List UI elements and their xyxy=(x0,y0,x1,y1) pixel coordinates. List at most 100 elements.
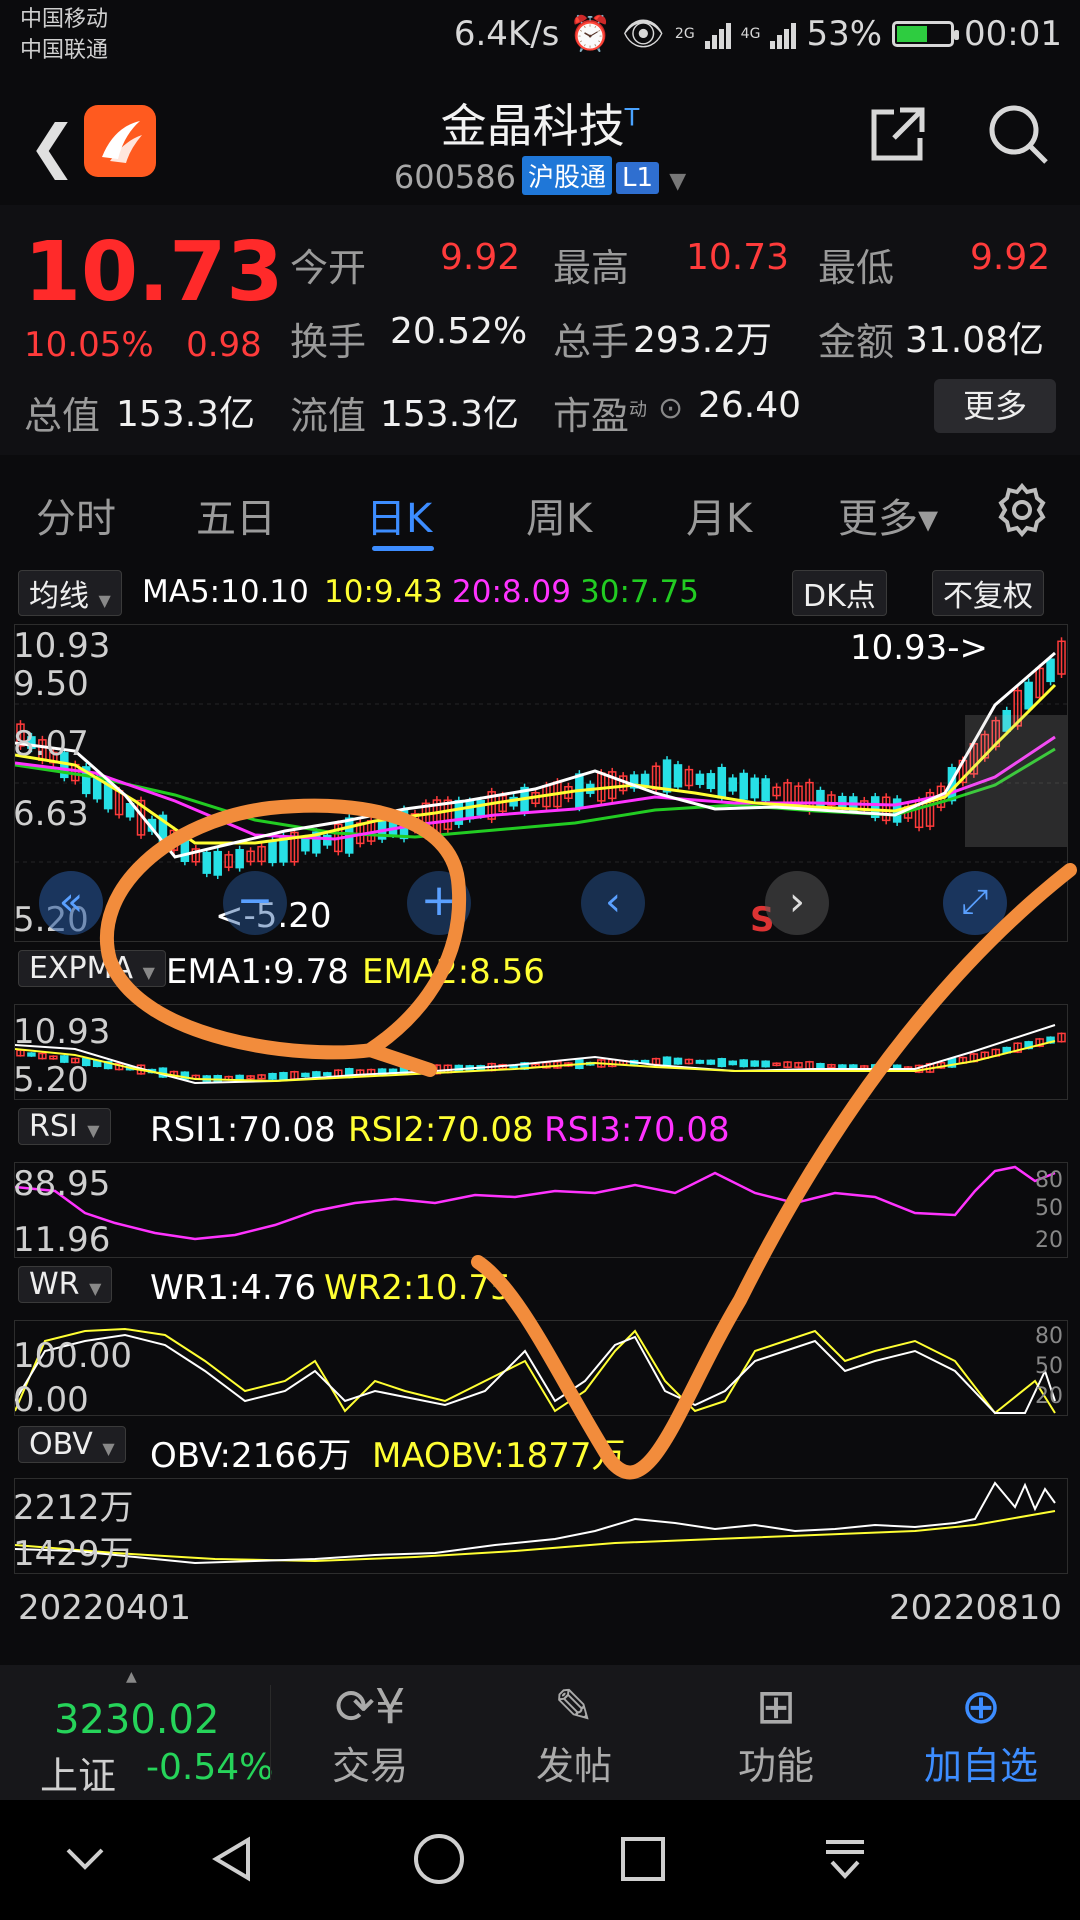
index-value: 3230.02 xyxy=(54,1697,220,1743)
low-value: 9.92 xyxy=(970,237,1051,278)
volume-value: 293.2万 xyxy=(633,320,773,361)
active-tab-indicator xyxy=(372,546,434,551)
zoom-in-icon[interactable]: + xyxy=(407,871,471,935)
date-start: 20220401 xyxy=(18,1588,192,1628)
high-label: 最高 xyxy=(553,246,630,290)
level-badge: L1 xyxy=(616,162,660,194)
share-icon[interactable] xyxy=(866,102,930,170)
candle xyxy=(750,1060,759,1067)
candle xyxy=(640,773,650,786)
y-label-max: 10.93 xyxy=(15,626,110,666)
trade-button[interactable]: ⟳¥ 交易 xyxy=(310,1665,430,1800)
function-button[interactable]: ⊞ 功能 xyxy=(716,1665,836,1800)
nav-notification-icon[interactable] xyxy=(820,1834,870,1888)
candle xyxy=(695,1059,705,1064)
tab-intraday[interactable]: 分时 xyxy=(36,486,116,544)
yen-icon: ⟳¥ xyxy=(334,1679,406,1735)
obv-panel[interactable]: 2212万 1429万 xyxy=(13,1478,1068,1574)
info-icon[interactable]: ⊙ xyxy=(658,391,683,426)
candle xyxy=(838,795,847,808)
tab-weekly-k[interactable]: 周K xyxy=(526,486,592,544)
dk-button[interactable]: DK点 xyxy=(792,570,887,616)
kline-panel[interactable]: 10.93 9.50 8.07 6.63 5.20 10.93-> <-5.20… xyxy=(13,624,1068,942)
wr-ref-50: 50 xyxy=(1035,1354,1063,1379)
candle xyxy=(717,1058,727,1068)
obv-legend-row: OBV ▼ OBV:2166万 MAOBV:1877万 xyxy=(0,1424,1080,1476)
wr1-line xyxy=(14,1333,1056,1414)
chevron-down-icon[interactable] xyxy=(60,1834,110,1888)
battery-percent: 53% xyxy=(806,14,883,54)
y-label-2: 9.50 xyxy=(15,664,89,704)
next-icon[interactable]: › xyxy=(765,871,829,935)
y-label-4: 6.63 xyxy=(15,794,89,834)
candle xyxy=(213,850,222,876)
more-button[interactable]: 更多 xyxy=(934,379,1056,433)
tab-daily-k[interactable]: 日K xyxy=(366,486,432,544)
mcap-value: 153.3亿 xyxy=(116,394,256,435)
function-label: 功能 xyxy=(737,1744,814,1788)
obv-y-min: 1429万 xyxy=(15,1534,134,1573)
expma-panel[interactable]: 10.93 5.20 xyxy=(13,1004,1068,1100)
status-bar: 中国移动 中国联通 6.4K/s ⏰ 👁 2G 4G 53% 00:01 xyxy=(0,0,1080,72)
rsi-ref-20: 20 xyxy=(1035,1228,1063,1253)
obv-value: OBV:2166万 xyxy=(150,1436,352,1476)
post-label: 发帖 xyxy=(535,1744,612,1788)
candle xyxy=(728,1060,738,1066)
candle xyxy=(816,1062,825,1069)
wr-dropdown[interactable]: WR ▼ xyxy=(18,1266,113,1303)
scroll-left-fast-icon[interactable]: « xyxy=(39,871,103,935)
candle xyxy=(301,1072,310,1078)
wr2-value: WR2:10.75 xyxy=(324,1268,512,1308)
eye-icon: 👁 xyxy=(621,14,665,54)
turnover-label: 换手 xyxy=(290,320,367,364)
pe-value: 26.40 xyxy=(698,385,802,426)
zoom-out-icon[interactable]: − xyxy=(223,871,287,935)
tab-five-day[interactable]: 五日 xyxy=(196,486,276,544)
ma-dropdown[interactable]: 均线 ▼ xyxy=(18,570,122,616)
wr-y-max: 100.00 xyxy=(15,1336,132,1376)
wr-panel[interactable]: 100.00 0.00 80 50 20 xyxy=(13,1320,1068,1420)
high-value: 10.73 xyxy=(686,237,790,278)
net-speed: 6.4K/s xyxy=(453,14,560,54)
obv-dropdown[interactable]: OBV ▼ xyxy=(18,1426,126,1463)
fullscreen-icon[interactable]: ⤢ xyxy=(943,871,1007,935)
ma30-value: 30:7.75 xyxy=(580,574,699,610)
candle xyxy=(662,1056,672,1066)
expma-y-min: 5.20 xyxy=(15,1060,89,1099)
candle xyxy=(673,1057,683,1065)
add-watchlist-button[interactable]: ⊕ 加自选 xyxy=(906,1665,1056,1800)
mcap-label: 总值 xyxy=(24,394,101,438)
candle xyxy=(476,800,485,816)
search-icon[interactable] xyxy=(984,100,1052,172)
adjust-button[interactable]: 不复权 xyxy=(932,570,1044,616)
float-label: 流值 xyxy=(290,394,367,438)
maobv-line xyxy=(14,1510,1056,1563)
net-2g-label: 2G xyxy=(674,26,695,42)
index-widget[interactable]: ▲ 3230.02 上证 -0.54% xyxy=(0,1665,273,1800)
rsi-dropdown[interactable]: RSI ▼ xyxy=(18,1108,111,1145)
prev-icon[interactable]: ‹ xyxy=(581,871,645,935)
net-4g-label: 4G xyxy=(740,26,761,42)
status-icons: 6.4K/s ⏰ 👁 2G 4G 53% 00:01 xyxy=(454,14,1062,54)
rsi-y-max: 88.95 xyxy=(15,1164,110,1204)
rsi-y-min: 11.96 xyxy=(15,1220,110,1257)
wr2-line xyxy=(14,1327,1056,1415)
candle xyxy=(695,773,705,785)
ma20-value: 20:8.09 xyxy=(452,574,571,610)
post-button[interactable]: ✎ 发帖 xyxy=(514,1665,634,1800)
rsi-panel[interactable]: 88.95 11.96 80 50 20 xyxy=(13,1162,1068,1260)
candle xyxy=(706,1059,716,1065)
tab-more[interactable]: 更多▾ xyxy=(838,486,938,544)
expma-dropdown[interactable]: EXPMA ▼ xyxy=(18,950,166,987)
settings-gear-icon[interactable] xyxy=(994,482,1050,542)
nav-back-icon[interactable] xyxy=(208,1834,258,1888)
tab-monthly-k[interactable]: 月K xyxy=(686,486,752,544)
expand-up-icon: ▲ xyxy=(126,1669,137,1685)
date-end: 20220810 xyxy=(888,1588,1062,1628)
candle xyxy=(465,800,475,820)
divider xyxy=(270,1685,271,1780)
nav-home-icon[interactable] xyxy=(412,1832,466,1890)
index-name: 上证 xyxy=(40,1754,117,1798)
nav-recents-icon[interactable] xyxy=(618,1834,668,1888)
maobv-value: MAOBV:1877万 xyxy=(372,1436,626,1476)
